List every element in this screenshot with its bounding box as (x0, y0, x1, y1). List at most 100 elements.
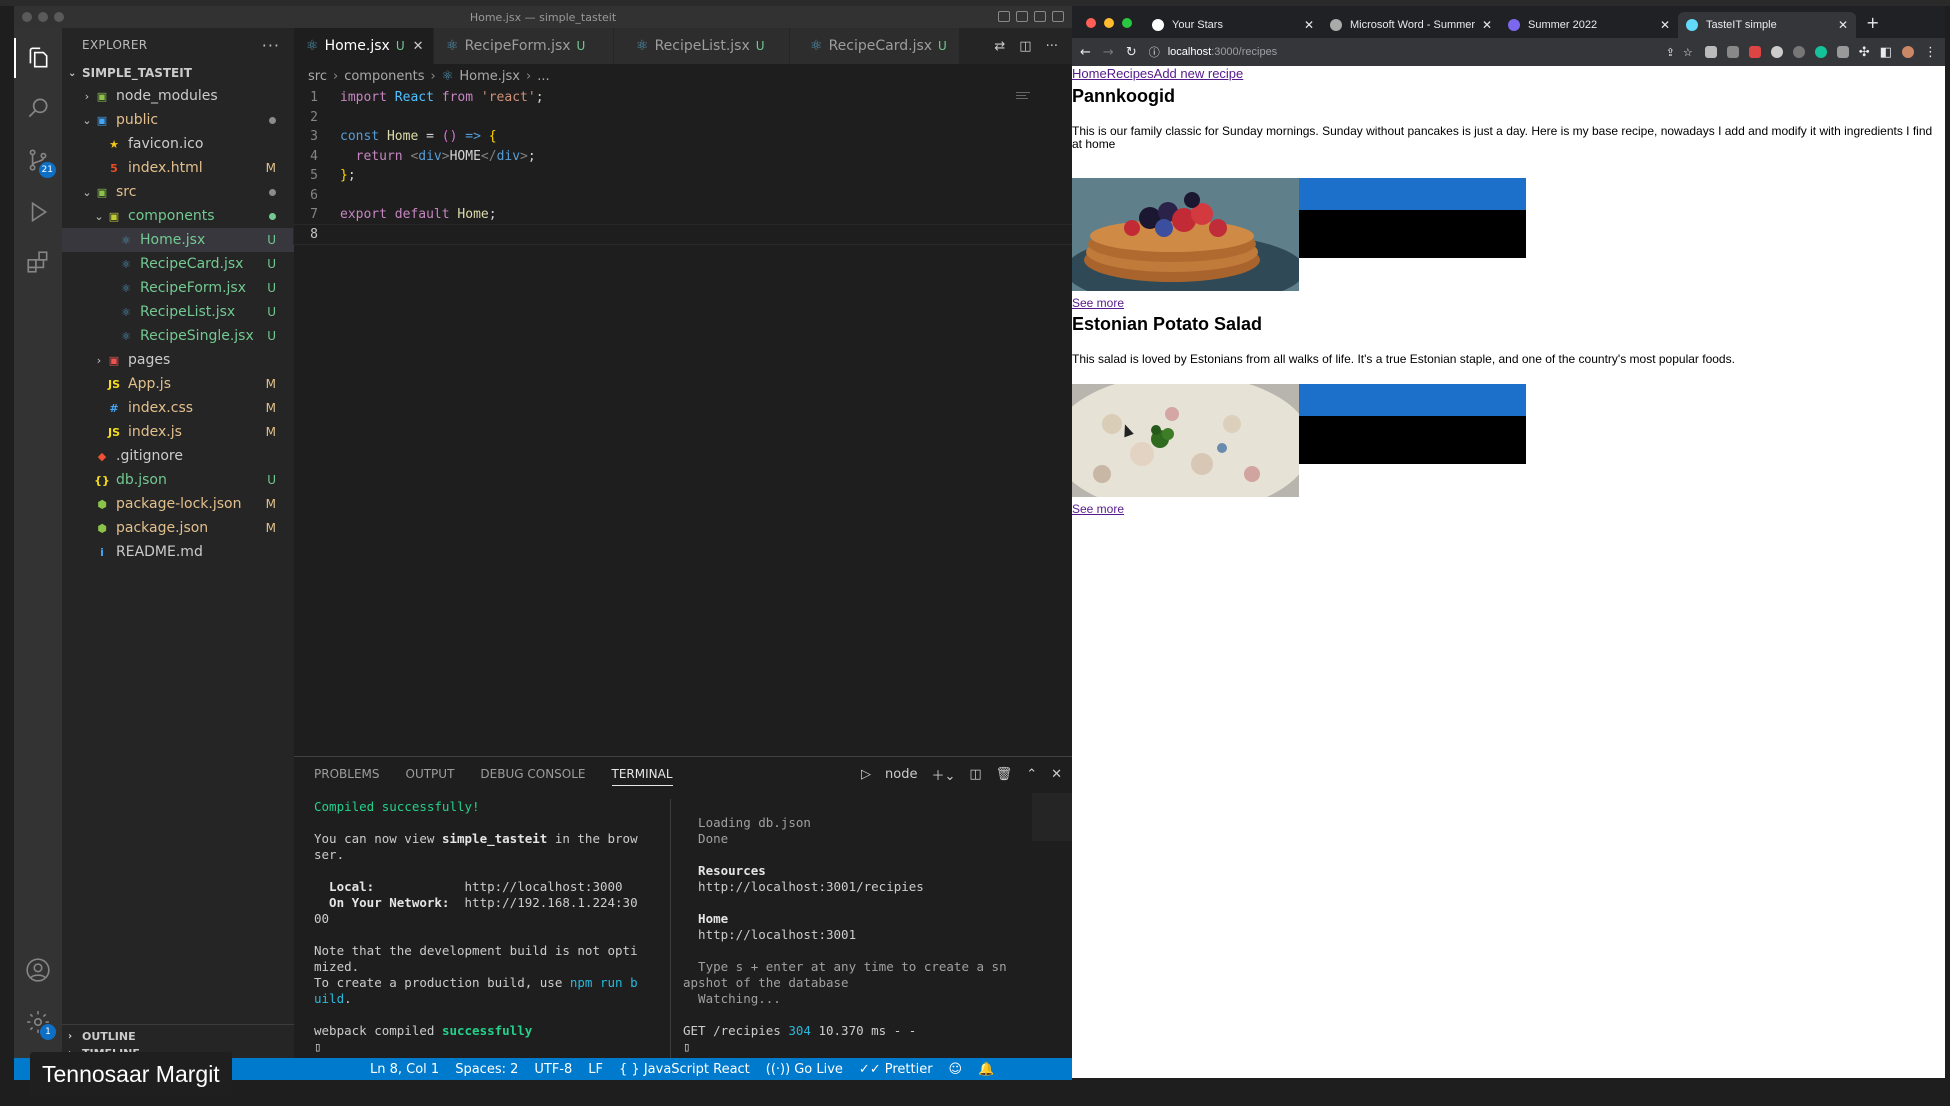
forward-icon[interactable]: → (1103, 45, 1114, 60)
breadcrumb-item[interactable]: Home.jsx (459, 69, 520, 84)
explorer-icon[interactable] (14, 38, 52, 78)
layout-controls[interactable] (998, 11, 1064, 22)
more-actions-icon[interactable]: ··· (1046, 39, 1058, 54)
close-tab-icon[interactable]: ✕ (1304, 18, 1314, 32)
puzzle-extensions-icon[interactable]: ✣ (1859, 45, 1870, 60)
minimize-window-icon[interactable] (1104, 18, 1114, 28)
trash-icon[interactable]: 🗑 (996, 767, 1013, 782)
tree-item[interactable]: JS App.js M (62, 372, 294, 396)
browser-tab[interactable]: Your Stars ✕ (1144, 12, 1322, 38)
maximize-window-icon[interactable] (1122, 18, 1132, 28)
extensions-icon[interactable] (24, 248, 52, 276)
close-tab-icon[interactable]: ✕ (1482, 18, 1492, 32)
back-icon[interactable]: ← (1080, 45, 1091, 60)
camera-extension-icon[interactable] (1726, 46, 1739, 58)
side-panel-icon[interactable]: ◧ (1880, 45, 1892, 60)
tab-problems[interactable]: PROBLEMS (314, 767, 380, 781)
terminal-list[interactable] (1032, 793, 1072, 841)
window-controls[interactable] (22, 12, 64, 22)
extension-icon[interactable] (1836, 46, 1849, 58)
tree-item[interactable]: ⚛ Home.jsx U (62, 228, 294, 252)
extension-icon[interactable] (1704, 46, 1717, 58)
extension-icon[interactable] (1748, 46, 1761, 58)
tree-item[interactable]: 5 index.html M (62, 156, 294, 180)
tree-item[interactable]: ⌄ ▣ components (62, 204, 294, 228)
browser-tab[interactable]: Summer 2022 ✕ (1500, 12, 1678, 38)
tree-item[interactable]: # index.css M (62, 396, 294, 420)
tree-item[interactable]: ⚛ RecipeSingle.jsx U (62, 324, 294, 348)
terminal-output-right[interactable]: Loading db.json Done Resources http://lo… (670, 799, 1010, 1059)
nav-link-home[interactable]: Home (1072, 66, 1107, 81)
reload-icon[interactable]: ↻ (1126, 45, 1137, 60)
tree-item[interactable]: {} db.json U (62, 468, 294, 492)
tree-item[interactable]: ⌄ ▣ public (62, 108, 294, 132)
tab-recipeform-jsx[interactable]: ⚛ RecipeForm.jsx U (434, 28, 614, 64)
close-icon[interactable]: ✕ (1051, 767, 1062, 782)
source-control-icon[interactable]: 21 (24, 146, 56, 178)
cursor-position[interactable]: Ln 8, Col 1 (362, 1062, 447, 1077)
nav-link-add-recipe[interactable]: Add new recipe (1154, 66, 1244, 81)
chevron-up-icon[interactable]: ⌃ (1026, 767, 1037, 782)
close-tab-icon[interactable]: ✕ (1838, 18, 1848, 32)
manage-gear-icon[interactable]: 1 (24, 1008, 56, 1040)
language-mode[interactable]: { } JavaScript React (611, 1062, 758, 1077)
breadcrumb-item[interactable]: src (308, 69, 327, 84)
close-window-icon[interactable] (1086, 18, 1096, 28)
go-live-button[interactable]: ((·)) Go Live (758, 1062, 851, 1077)
tab-home-jsx[interactable]: ⚛ Home.jsx U ✕ (294, 28, 434, 64)
tree-item[interactable]: ⚛ RecipeList.jsx U (62, 300, 294, 324)
new-tab-icon[interactable]: + (1856, 13, 1889, 32)
split-terminal-icon[interactable]: ◫ (969, 767, 981, 782)
encoding[interactable]: UTF-8 (526, 1062, 580, 1077)
tab-debug-console[interactable]: DEBUG CONSOLE (480, 767, 585, 781)
account-icon[interactable] (24, 956, 52, 984)
tab-recipelist-jsx[interactable]: ⚛ RecipeList.jsx U (614, 28, 790, 64)
tree-item[interactable]: ★ favicon.ico (62, 132, 294, 156)
feedback-icon[interactable]: ☺ (941, 1062, 971, 1077)
workspace-root[interactable]: ⌄ SIMPLE_TASTEIT (62, 62, 294, 84)
tree-item[interactable]: ⬢ package.json M (62, 516, 294, 540)
tree-item[interactable]: i README.md (62, 540, 294, 564)
more-actions-icon[interactable]: ··· (262, 36, 280, 55)
split-editor-icon[interactable]: ◫ (1019, 39, 1031, 54)
tab-output[interactable]: OUTPUT (406, 767, 455, 781)
extension-icon[interactable] (1792, 46, 1805, 58)
address-bar[interactable]: ⓘ localhost:3000/recipes ⇪ ☆ (1149, 41, 1693, 63)
tree-item[interactable]: JS index.js M (62, 420, 294, 444)
breadcrumb-item[interactable]: components (344, 69, 424, 84)
bookmark-star-icon[interactable]: ☆ (1683, 46, 1693, 59)
search-icon[interactable] (24, 94, 52, 122)
info-icon[interactable]: ⓘ (1149, 44, 1160, 60)
kebab-menu-icon[interactable]: ⋮ (1924, 45, 1937, 60)
prettier-button[interactable]: ✓✓ Prettier (851, 1062, 941, 1077)
tab-terminal[interactable]: TERMINAL (611, 767, 673, 786)
indentation[interactable]: Spaces: 2 (447, 1062, 526, 1077)
avatar[interactable] (1902, 46, 1914, 58)
see-more-link[interactable]: See more (1072, 502, 1124, 516)
close-tab-icon[interactable]: ✕ (1660, 18, 1670, 32)
tree-item[interactable]: ⬢ package-lock.json M (62, 492, 294, 516)
close-icon[interactable]: ✕ (413, 39, 424, 54)
breadcrumb-item[interactable]: ... (537, 69, 549, 84)
run-debug-icon[interactable] (24, 198, 52, 226)
grammarly-icon[interactable] (1814, 46, 1827, 58)
code-editor[interactable]: 1 import React from 'react'; 2 3 const H… (293, 88, 1072, 245)
see-more-link[interactable]: See more (1072, 296, 1124, 310)
browser-tab[interactable]: TasteIT simple ✕ (1678, 12, 1856, 38)
window-controls[interactable] (1086, 18, 1132, 28)
tab-recipecard-jsx[interactable]: ⚛ RecipeCard.jsx U (790, 28, 960, 64)
tree-item[interactable]: › ▣ node_modules (62, 84, 294, 108)
bell-icon[interactable]: 🔔 (970, 1062, 1002, 1077)
new-terminal-icon[interactable]: ＋⌄ (931, 765, 955, 784)
terminal-shell-select[interactable]: node (885, 767, 917, 782)
outline-section[interactable]: › OUTLINE (62, 1024, 294, 1048)
share-icon[interactable]: ⇪ (1666, 46, 1675, 59)
end-of-line[interactable]: LF (580, 1062, 611, 1077)
extension-icon[interactable] (1770, 46, 1783, 58)
tree-item[interactable]: ⚛ RecipeCard.jsx U (62, 252, 294, 276)
nav-link-recipes[interactable]: Recipes (1107, 66, 1154, 81)
terminal-output-left[interactable]: Compiled successfully! You can now view … (314, 799, 674, 1055)
tree-item[interactable]: ⌄ ▣ src (62, 180, 294, 204)
compare-changes-icon[interactable]: ⇄ (994, 39, 1005, 54)
browser-tab[interactable]: Microsoft Word - Summer 20 ✕ (1322, 12, 1500, 38)
